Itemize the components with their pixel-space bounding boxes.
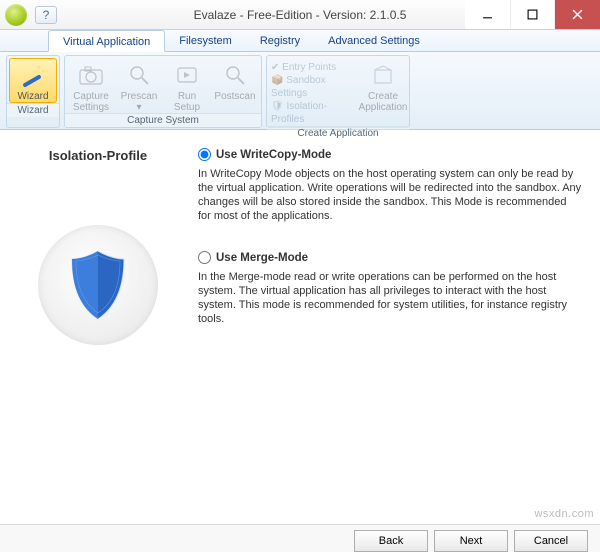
maximize-button[interactable] [510, 0, 555, 29]
tab-advanced-settings[interactable]: Advanced Settings [314, 30, 434, 51]
watermark: wsxdn.com [534, 508, 594, 520]
next-button[interactable]: Next [434, 530, 508, 552]
app-orb-icon[interactable] [5, 4, 27, 26]
magnifier-icon [124, 61, 154, 89]
tab-filesystem[interactable]: Filesystem [165, 30, 246, 51]
radio-merge-label[interactable]: Use Merge-Mode [216, 252, 308, 264]
help-button[interactable]: ? [35, 6, 57, 24]
sandbox-settings-item[interactable]: 📦 Sandbox Settings [271, 74, 357, 100]
back-button[interactable]: Back [354, 530, 428, 552]
create-application-button[interactable]: Create Application [359, 58, 407, 126]
magnifier-check-icon [220, 61, 250, 89]
shield-icon [68, 249, 128, 321]
postscan-button[interactable]: Postscan [211, 58, 259, 113]
section-title: Isolation-Profile [49, 148, 147, 163]
camera-icon [76, 61, 106, 89]
wizard-button[interactable]: Wizard [9, 58, 57, 103]
content-area: Isolation-Profile Use WriteCopy-Mode In … [0, 130, 600, 510]
option-writecopy: Use WriteCopy-Mode In WriteCopy Mode obj… [198, 148, 582, 223]
writecopy-description: In WriteCopy Mode objects on the host op… [198, 167, 582, 223]
run-icon [172, 61, 202, 89]
titlebar: ? Evalaze - Free-Edition - Version: 2.1.… [0, 0, 600, 30]
create-application-label: Create Application [359, 91, 408, 113]
entry-points-item[interactable]: ✔ Entry Points [271, 61, 357, 74]
create-group-label: Create Application [267, 126, 409, 140]
ribbon-group-wizard: Wizard Wizard [6, 55, 60, 128]
ribbon-group-capture: Capture Settings Prescan ▾ Run Setup Pos… [64, 55, 262, 128]
run-setup-label: Run Setup [165, 91, 209, 113]
capture-group-label: Capture System [65, 113, 261, 127]
capture-settings-label: Capture Settings [69, 91, 113, 113]
wizard-wand-icon [18, 61, 48, 89]
ribbon: Wizard Wizard Capture Settings Prescan ▾… [0, 52, 600, 130]
wizard-button-label: Wizard [17, 91, 48, 102]
wizard-footer: Back Next Cancel [0, 524, 600, 552]
option-merge: Use Merge-Mode In the Merge-mode read or… [198, 251, 582, 326]
radio-writecopy[interactable] [198, 148, 211, 161]
create-list: ✔ Entry Points 📦 Sandbox Settings 🛡 Isol… [269, 58, 359, 126]
shield-illustration [38, 225, 158, 345]
merge-description: In the Merge-mode read or write operatio… [198, 270, 582, 326]
postscan-label: Postscan [214, 91, 255, 102]
close-button[interactable] [555, 0, 600, 29]
radio-writecopy-label[interactable]: Use WriteCopy-Mode [216, 149, 331, 161]
ribbon-group-create: ✔ Entry Points 📦 Sandbox Settings 🛡 Isol… [266, 55, 410, 128]
cancel-button[interactable]: Cancel [514, 530, 588, 552]
package-icon [368, 61, 398, 89]
isolation-profiles-item[interactable]: 🛡 Isolation-Profiles [271, 100, 357, 126]
window-controls [465, 0, 600, 29]
prescan-button[interactable]: Prescan ▾ [115, 58, 163, 113]
radio-merge[interactable] [198, 251, 211, 264]
minimize-button[interactable] [465, 0, 510, 29]
tab-registry[interactable]: Registry [246, 30, 314, 51]
wizard-group-label: Wizard [7, 103, 59, 117]
run-setup-button[interactable]: Run Setup [163, 58, 211, 113]
ribbon-tabs: Virtual Application Filesystem Registry … [0, 30, 600, 52]
capture-settings-button[interactable]: Capture Settings [67, 58, 115, 113]
prescan-label: Prescan ▾ [117, 91, 161, 113]
tab-virtual-application[interactable]: Virtual Application [48, 30, 165, 52]
